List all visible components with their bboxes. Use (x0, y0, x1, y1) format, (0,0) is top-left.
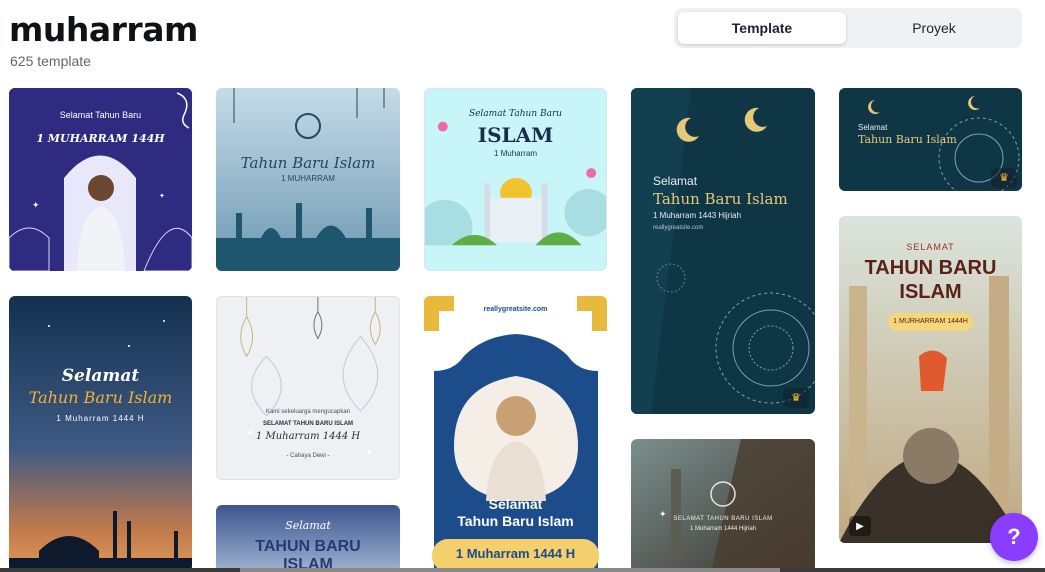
card-text: Selamat Tahun Baru (59, 110, 142, 120)
card-text: 1 Muharram 1444 H (56, 414, 145, 423)
template-card[interactable]: Selamat Tahun Baru Islam 1 Muharram 1444… (9, 296, 192, 572)
template-card[interactable]: ✦ ✦ Selamat Tahun Baru 1 MUHARRAM 144H (9, 88, 192, 271)
tab-template[interactable]: Template (678, 12, 846, 44)
question-icon: ? (1007, 524, 1021, 549)
template-card[interactable]: ✦ SELAMAT TAHUN BARU ISLAM 1 Muharram 14… (631, 439, 815, 572)
card-text: SELAMAT (906, 242, 955, 252)
card-text: ISLAM (899, 281, 962, 303)
card-text: Kami sekeluarga mengucapkan (265, 409, 351, 415)
card-text: 1 MUHARRAM 144H (36, 132, 165, 145)
card-text: Selamat (285, 519, 331, 532)
card-artwork (9, 296, 192, 572)
card-text: Tahun Baru Islam (28, 388, 173, 407)
premium-badge: ♛ (991, 168, 1017, 188)
help-button[interactable]: ? (990, 513, 1038, 561)
card-text: Selamat (653, 174, 698, 188)
play-icon: ▶ (849, 516, 871, 536)
card-text: Selamat (858, 123, 888, 132)
template-card[interactable]: Selamat TAHUN BARU ISLAM (216, 505, 400, 572)
card-text: 1 Muharram (493, 149, 538, 158)
card-text: Selamat (61, 366, 140, 386)
premium-badge: ♛ (783, 388, 809, 408)
view-toggle: Template Proyek (674, 8, 1022, 48)
card-text: 1 Muharram 1444 H (255, 431, 361, 442)
card-text: Tahun Baru Islam (457, 513, 574, 529)
template-card[interactable]: reallygreatsite.com Selamat Tahun Baru I… (424, 296, 607, 572)
scrollbar-thumb[interactable] (240, 568, 780, 572)
template-card[interactable]: Selamat Tahun Baru ISLAM 1 Muharram (424, 88, 607, 271)
card-text: TAHUN BARU (255, 538, 361, 555)
card-artwork (424, 296, 607, 572)
template-card[interactable]: ✦ ✦ Kami sekeluarga mengucapkan SELAMAT … (216, 296, 400, 480)
card-artwork: ✦ ✦ (217, 297, 399, 479)
card-artwork: ✦ (631, 439, 815, 572)
card-text: Selamat Tahun Baru (468, 109, 563, 119)
tab-project[interactable]: Proyek (850, 12, 1018, 44)
crown-icon: ♛ (791, 391, 801, 404)
template-card[interactable]: SELAMAT TAHUN BARU ISLAM 1 MURHARRAM 144… (839, 216, 1022, 543)
card-text: reallygreatsite.com (483, 306, 548, 313)
template-count: 625 template (10, 53, 91, 69)
template-card[interactable]: Selamat Tahun Baru Islam 1 Muharram 1443… (631, 88, 815, 414)
card-text: 1 Muharram 1443 Hijriah (653, 211, 742, 220)
card-text: Selamat (488, 496, 543, 512)
crown-icon: ♛ (999, 171, 1009, 184)
page-title: muharram (9, 10, 198, 49)
svg-text:✦: ✦ (159, 192, 165, 200)
card-text: 1 Muharram 1444 H (455, 546, 576, 561)
card-text: ISLAM (477, 123, 554, 147)
svg-text:✦: ✦ (32, 200, 40, 210)
template-card[interactable]: Tahun Baru Islam 1 MUHARRAM (216, 88, 400, 271)
card-text: Tahun Baru Islam (240, 154, 376, 172)
card-text: 1 MUHARRAM (281, 174, 335, 183)
card-text: TAHUN BARU (864, 257, 997, 279)
card-text: 1 MURHARRAM 1444H (888, 313, 973, 331)
card-text: 1 Muharram 1444 Hijriah (689, 526, 757, 532)
template-card[interactable]: Selamat Tahun Baru Islam ♛ (839, 88, 1022, 191)
card-text: SELAMAT TAHUN BARU ISLAM (673, 516, 773, 522)
card-text: - Cahaya Dewi - (286, 453, 330, 459)
card-text: reallygreatsite.com (653, 225, 704, 231)
card-text: Tahun Baru Islam (653, 190, 788, 208)
card-text: SELAMAT TAHUN BARU ISLAM (262, 421, 354, 427)
card-artwork (631, 88, 815, 414)
card-text: Tahun Baru Islam (858, 133, 957, 146)
